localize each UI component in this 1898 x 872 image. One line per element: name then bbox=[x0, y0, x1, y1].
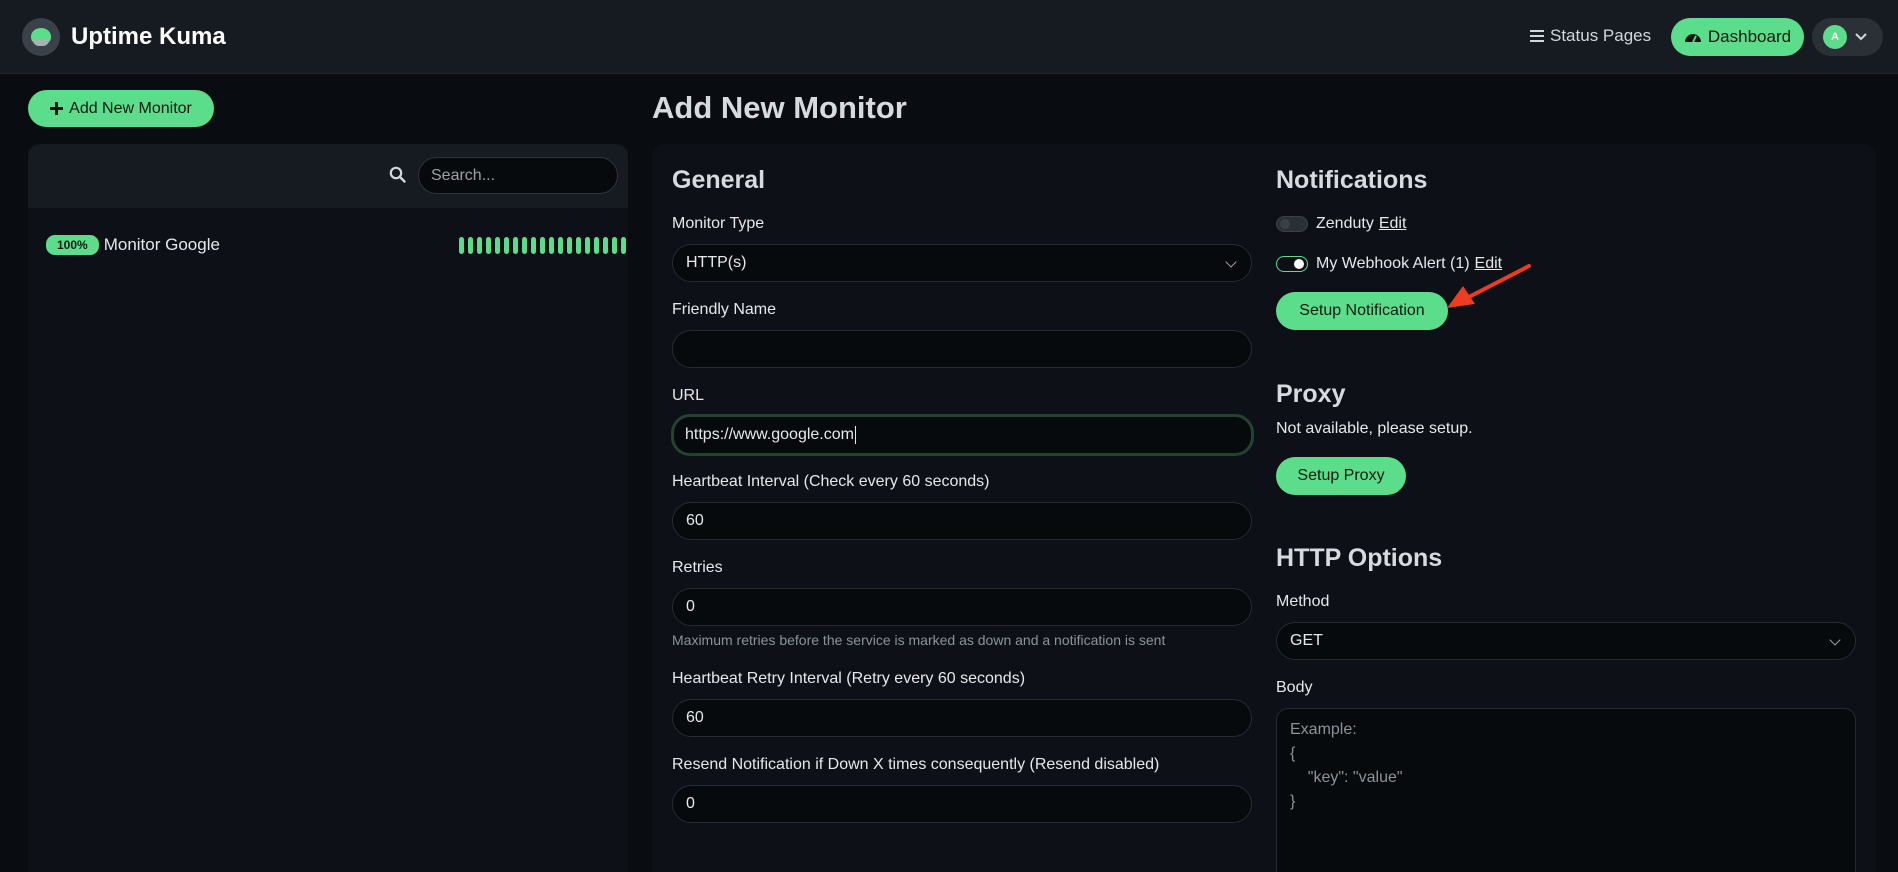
dashboard-label: Dashboard bbox=[1707, 27, 1792, 46]
top-navbar: Uptime Kuma Status Pages Dashboard A bbox=[0, 0, 1898, 74]
heartbeat-up bbox=[612, 237, 617, 254]
brand-link[interactable]: Uptime Kuma bbox=[22, 18, 226, 56]
add-new-monitor-label: Add New Monitor bbox=[69, 99, 192, 117]
search-input[interactable] bbox=[418, 157, 618, 194]
heartbeat-up bbox=[468, 237, 473, 254]
heartbeat-up bbox=[459, 237, 464, 254]
method-value: GET bbox=[1290, 632, 1323, 649]
heartbeat-up bbox=[603, 237, 608, 254]
monitor-type-label: Monitor Type bbox=[672, 215, 765, 232]
annotation-arrow-icon bbox=[1447, 264, 1531, 308]
friendly-name-label: Friendly Name bbox=[672, 301, 777, 318]
chevron-down-icon bbox=[1225, 256, 1237, 268]
heartbeat-up bbox=[540, 237, 545, 254]
retries-hint: Maximum retries before the service is ma… bbox=[672, 632, 1166, 648]
retries-input[interactable]: 0 bbox=[672, 588, 1252, 626]
monitor-type-value: HTTP(s) bbox=[686, 254, 747, 271]
page-title: Add New Monitor bbox=[652, 90, 907, 125]
monitor-type-select[interactable]: HTTP(s) bbox=[672, 244, 1252, 282]
notification-name: Zenduty bbox=[1316, 215, 1374, 232]
retries-value: 0 bbox=[686, 598, 695, 615]
friendly-name-input[interactable] bbox=[672, 330, 1252, 368]
search-icon bbox=[389, 166, 406, 183]
chevron-down-icon bbox=[1855, 33, 1867, 41]
uptime-badge: 100% bbox=[46, 235, 99, 255]
url-label: URL bbox=[672, 387, 705, 404]
notification-item-zenduty: Zenduty Edit bbox=[1316, 215, 1406, 233]
setup-proxy-button[interactable]: Setup Proxy bbox=[1276, 457, 1406, 495]
heartbeat-up bbox=[486, 237, 491, 254]
monitor-list-item[interactable]: 100% Monitor Google bbox=[46, 230, 626, 260]
resend-input[interactable]: 0 bbox=[672, 785, 1252, 823]
status-pages-link[interactable]: Status Pages bbox=[1530, 26, 1651, 46]
url-value: https://www.google.com bbox=[685, 426, 854, 443]
add-new-monitor-button[interactable]: Add New Monitor bbox=[28, 90, 214, 127]
method-label: Method bbox=[1276, 593, 1330, 610]
webhook-toggle[interactable] bbox=[1276, 256, 1308, 272]
list-icon bbox=[1530, 30, 1544, 42]
heartbeat-interval-input[interactable]: 60 bbox=[672, 502, 1252, 540]
heartbeat-up bbox=[531, 237, 536, 254]
monitor-name: Monitor Google bbox=[103, 235, 220, 254]
notifications-heading: Notifications bbox=[1276, 166, 1428, 194]
heartbeat-interval-label: Heartbeat Interval (Check every 60 secon… bbox=[672, 473, 990, 490]
plus-icon bbox=[50, 102, 64, 115]
zenduty-toggle[interactable] bbox=[1276, 216, 1308, 232]
heartbeat-up bbox=[522, 237, 527, 254]
heartbeat-up bbox=[495, 237, 500, 254]
proxy-heading: Proxy bbox=[1276, 380, 1346, 408]
uptime-kuma-logo bbox=[22, 18, 60, 56]
heartbeat-interval-value: 60 bbox=[686, 512, 704, 529]
retries-label: Retries bbox=[672, 559, 723, 576]
setup-notification-button[interactable]: Setup Notification bbox=[1276, 292, 1448, 330]
avatar: A bbox=[1823, 25, 1847, 49]
retry-interval-value: 60 bbox=[686, 709, 704, 726]
heartbeat-up bbox=[594, 237, 599, 254]
proxy-message: Not available, please setup. bbox=[1276, 420, 1473, 437]
status-pages-label: Status Pages bbox=[1550, 26, 1652, 45]
heartbeat-bar bbox=[459, 237, 628, 254]
body-textarea[interactable]: Example: { "key": "value" } bbox=[1276, 708, 1856, 872]
edit-link[interactable]: Edit bbox=[1379, 215, 1407, 233]
resend-value: 0 bbox=[686, 795, 695, 812]
chevron-down-icon bbox=[1829, 634, 1841, 646]
body-label: Body bbox=[1276, 679, 1313, 696]
gauge-icon bbox=[1684, 34, 1701, 43]
monitor-list-panel: 100% Monitor Google bbox=[28, 144, 628, 872]
search-bar bbox=[28, 144, 628, 208]
text-cursor bbox=[854, 426, 856, 444]
heartbeat-up bbox=[567, 237, 572, 254]
retry-interval-label: Heartbeat Retry Interval (Retry every 60… bbox=[672, 670, 1026, 687]
method-select[interactable]: GET bbox=[1276, 622, 1856, 660]
dashboard-button[interactable]: Dashboard bbox=[1671, 18, 1804, 56]
heartbeat-up bbox=[549, 237, 554, 254]
heartbeat-up bbox=[585, 237, 590, 254]
heartbeat-up bbox=[513, 237, 518, 254]
heartbeat-up bbox=[504, 237, 509, 254]
retry-interval-input[interactable]: 60 bbox=[672, 699, 1252, 737]
monitor-form-panel: General Monitor Type HTTP(s) Friendly Na… bbox=[652, 144, 1876, 872]
heartbeat-up bbox=[477, 237, 482, 254]
http-options-heading: HTTP Options bbox=[1276, 544, 1443, 572]
heartbeat-up bbox=[621, 237, 626, 254]
resend-label: Resend Notification if Down X times cons… bbox=[672, 756, 1160, 773]
heartbeat-up bbox=[558, 237, 563, 254]
heartbeat-up bbox=[576, 237, 581, 254]
general-heading: General bbox=[672, 166, 766, 194]
url-input[interactable]: https://www.google.com bbox=[671, 414, 1254, 456]
brand-name: Uptime Kuma bbox=[71, 23, 226, 50]
profile-dropdown[interactable]: A bbox=[1812, 18, 1883, 56]
